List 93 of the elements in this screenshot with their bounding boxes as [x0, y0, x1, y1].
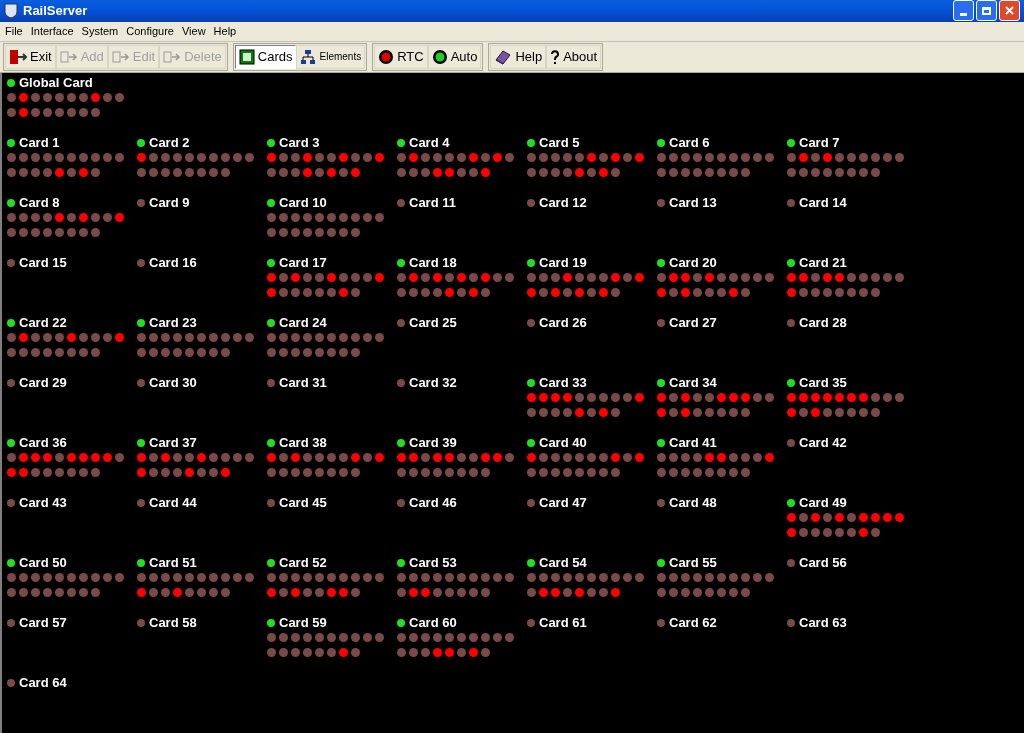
maximize-button[interactable] [976, 0, 997, 22]
card-label: Card 50 [19, 556, 67, 570]
card-label: Card 63 [799, 616, 847, 630]
card-label: Card 46 [409, 496, 457, 510]
question-mark-icon [550, 48, 561, 65]
app-icon [4, 2, 18, 19]
card-label: Card 22 [19, 316, 67, 330]
card-label: Card 48 [669, 496, 717, 510]
card-label: Card 45 [279, 496, 327, 510]
card-label: Card 60 [409, 616, 457, 630]
card-label: Card 33 [539, 376, 587, 390]
card-label: Card 6 [669, 136, 710, 150]
close-icon [1005, 6, 1014, 16]
toolbar-button[interactable]: Help [490, 44, 547, 69]
card-label: Card 42 [799, 436, 847, 450]
card-label: Card 16 [149, 256, 197, 270]
window-title: RailServer [23, 2, 88, 21]
card-label: Card 18 [409, 256, 457, 270]
card-label: Card 30 [149, 376, 197, 390]
menu-item[interactable]: View [177, 23, 210, 40]
card-label: Card 58 [149, 616, 197, 630]
card-label: Card 2 [149, 136, 190, 150]
card-label: Card 13 [669, 196, 717, 210]
card-label: Card 47 [539, 496, 587, 510]
menu-item[interactable]: File [1, 23, 27, 40]
card-label: Card 24 [279, 316, 327, 330]
card-label: Card 32 [409, 376, 457, 390]
card-label: Card 53 [409, 556, 457, 570]
toolbar-button[interactable]: Cards [234, 44, 297, 69]
card-label: Card 10 [279, 196, 327, 210]
toolbar-button[interactable]: Exit [5, 44, 56, 69]
card-label: Card 51 [149, 556, 197, 570]
tree-icon [300, 48, 317, 65]
card-label: Card 5 [539, 136, 580, 150]
toolbar-button[interactable]: RTC [374, 44, 428, 69]
restore-icon [982, 6, 991, 15]
card-label: Card 8 [19, 196, 60, 210]
card-label: Card 3 [279, 136, 320, 150]
card-label: Card 54 [539, 556, 587, 570]
record-dot-icon [378, 48, 395, 65]
card-label: Card 62 [669, 616, 717, 630]
card-label: Card 26 [539, 316, 587, 330]
card-label: Card 59 [279, 616, 327, 630]
card-label: Card 28 [799, 316, 847, 330]
card-label: Card 17 [279, 256, 327, 270]
book-icon [494, 48, 513, 65]
card-label: Card 15 [19, 256, 67, 270]
card-label: Card 39 [409, 436, 457, 450]
card-label: Card 12 [539, 196, 587, 210]
card-label: Card 36 [19, 436, 67, 450]
card-label: Card 4 [409, 136, 450, 150]
card-label: Global Card [19, 76, 93, 90]
menu-item[interactable]: Help [209, 23, 241, 40]
card-label: Card 37 [149, 436, 197, 450]
card-label: Card 20 [669, 256, 717, 270]
minimize-button[interactable] [953, 0, 974, 22]
card-label: Card 64 [19, 676, 67, 690]
card-label: Card 7 [799, 136, 840, 150]
card-icon [238, 48, 255, 65]
card-label: Card 14 [799, 196, 847, 210]
card-label: Card 56 [799, 556, 847, 570]
card-label: Card 43 [19, 496, 67, 510]
status-light-icon [431, 48, 448, 65]
card-label: Card 41 [669, 436, 717, 450]
card-label: Card 34 [669, 376, 717, 390]
card-label: Card 25 [409, 316, 457, 330]
card-label: Card 9 [149, 196, 190, 210]
card-label: Card 38 [279, 436, 327, 450]
card-label: Card 52 [279, 556, 327, 570]
menu-item[interactable]: Interface [26, 23, 78, 40]
card-label: Card 61 [539, 616, 587, 630]
card-label: Card 23 [149, 316, 197, 330]
card-label: Card 44 [149, 496, 197, 510]
menu-item[interactable]: System [77, 23, 123, 40]
toolbar-button[interactable]: Auto [427, 44, 482, 69]
card-label: Card 27 [669, 316, 717, 330]
minimize-icon [960, 13, 967, 17]
menu-item[interactable]: Configure [122, 23, 178, 40]
card-label: Card 19 [539, 256, 587, 270]
card-label: Card 1 [19, 136, 60, 150]
card-label: Card 40 [539, 436, 587, 450]
toolbar-button[interactable]: About [546, 44, 602, 69]
toolbar-button[interactable]: Elements [296, 44, 366, 69]
card-label: Card 11 [409, 196, 456, 210]
card-label: Card 55 [669, 556, 717, 570]
card-label: Card 31 [279, 376, 327, 390]
card-label: Card 21 [799, 256, 847, 270]
card-label: Card 29 [19, 376, 67, 390]
close-button[interactable] [999, 0, 1020, 22]
exit-icon [9, 48, 27, 65]
card-label: Card 35 [799, 376, 847, 390]
card-label: Card 49 [799, 496, 847, 510]
card-label: Card 57 [19, 616, 67, 630]
